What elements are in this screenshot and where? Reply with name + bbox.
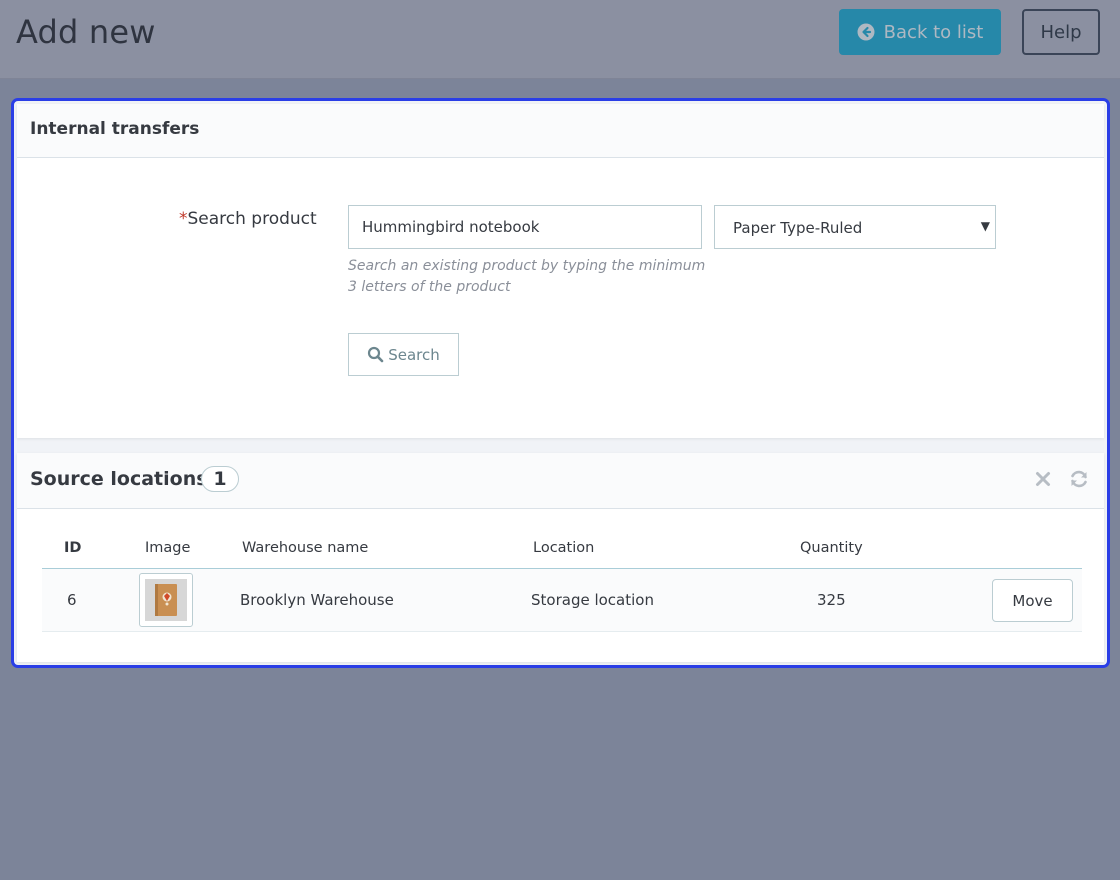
search-product-label-text: Search product bbox=[187, 209, 317, 229]
back-to-list-button[interactable]: Back to list bbox=[839, 9, 1001, 55]
arrow-circle-left-icon bbox=[857, 23, 875, 41]
page-title: Add new bbox=[16, 13, 156, 51]
selected-variant: Paper Type-Ruled bbox=[733, 219, 863, 237]
required-marker: * bbox=[179, 209, 188, 229]
search-help-text: Search an existing product by typing the… bbox=[348, 258, 706, 295]
caret-down-icon: ▼ bbox=[980, 219, 990, 233]
source-locations-title: Source locations bbox=[30, 468, 208, 490]
notebook-thumbnail-icon bbox=[145, 579, 187, 621]
column-header-id: ID bbox=[64, 540, 82, 556]
location-count-badge: 1 bbox=[201, 466, 239, 492]
search-product-input[interactable] bbox=[348, 205, 702, 249]
page-header: Add new Back to list Help bbox=[0, 0, 1120, 79]
row-id: 6 bbox=[67, 591, 77, 609]
internal-transfers-card: Internal transfers *Search product Paper… bbox=[17, 104, 1104, 438]
back-to-list-label: Back to list bbox=[883, 21, 984, 43]
product-image bbox=[139, 573, 193, 627]
search-product-label: *Search product bbox=[179, 209, 317, 229]
row-location: Storage location bbox=[531, 591, 654, 609]
card-header: Source locations 1 bbox=[17, 453, 1104, 509]
source-locations-card: Source locations 1 ID Image Warehouse na… bbox=[17, 453, 1104, 662]
internal-transfers-title: Internal transfers bbox=[30, 119, 200, 139]
table-row: 6 Brooklyn Warehouse Storage location 32… bbox=[42, 569, 1082, 632]
column-header-location: Location bbox=[533, 540, 595, 556]
column-header-quantity: Quantity bbox=[800, 540, 863, 556]
highlighted-region: Internal transfers *Search product Paper… bbox=[11, 98, 1110, 668]
move-button[interactable]: Move bbox=[992, 579, 1073, 622]
help-button[interactable]: Help bbox=[1022, 9, 1100, 55]
search-button-label: Search bbox=[388, 345, 440, 364]
search-icon bbox=[367, 346, 384, 363]
row-quantity: 325 bbox=[817, 591, 846, 609]
column-header-image: Image bbox=[145, 540, 191, 556]
row-warehouse-name: Brooklyn Warehouse bbox=[240, 591, 394, 609]
refresh-icon[interactable] bbox=[1068, 468, 1090, 490]
close-icon[interactable] bbox=[1032, 468, 1054, 490]
search-button[interactable]: Search bbox=[348, 333, 459, 376]
product-variant-select[interactable]: Paper Type-Ruled ▼ bbox=[714, 205, 996, 249]
column-header-warehouse-name: Warehouse name bbox=[242, 540, 369, 556]
card-header: Internal transfers bbox=[17, 104, 1104, 158]
